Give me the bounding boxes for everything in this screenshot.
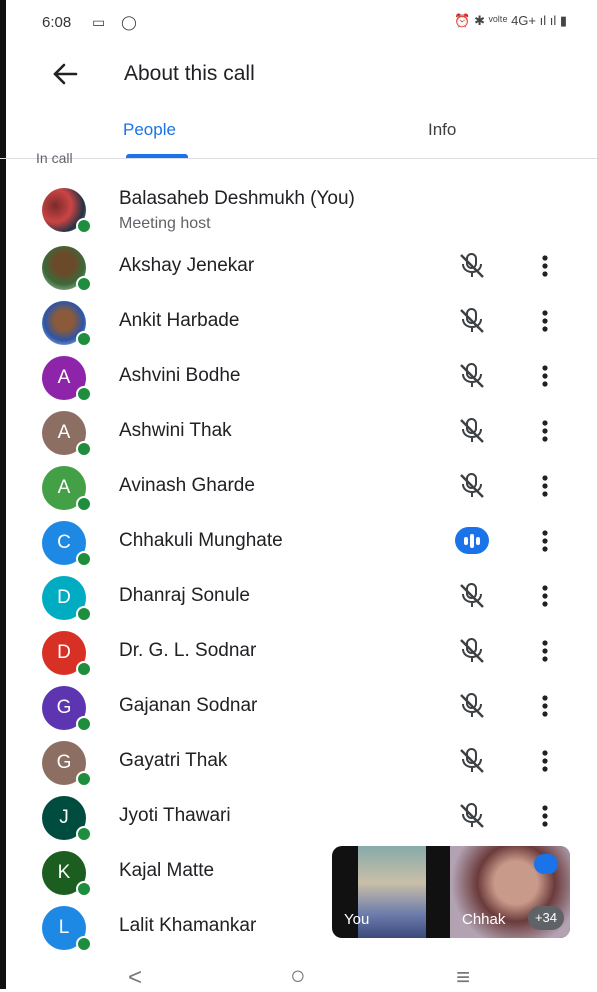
more-vert-icon[interactable] — [536, 801, 554, 831]
system-status-icons: ⏰ ✱ ᵛᵒˡᵗᵉ 4G+ ıl ıl ▮ — [454, 13, 567, 28]
system-nav-bar: < ○ ≡ — [0, 960, 597, 992]
participant-row[interactable]: A Ashvini Bodhe — [0, 348, 597, 403]
participant-name: Dr. G. L. Sodnar — [119, 640, 257, 661]
participant-name: Kajal Matte — [119, 860, 215, 881]
mic-off-icon — [455, 361, 489, 391]
more-vert-icon[interactable] — [536, 361, 554, 391]
participant-name: Ashwini Thak — [119, 420, 232, 441]
participant-name: Lalit Khamankar — [119, 915, 257, 936]
mic-off-icon — [455, 746, 489, 776]
active-tab-indicator — [126, 154, 188, 158]
more-vert-icon[interactable] — [536, 526, 554, 556]
participant-row[interactable]: Ankit Harbade — [0, 293, 597, 348]
tab-people[interactable]: People — [123, 120, 176, 140]
nav-home-button[interactable]: ○ — [290, 960, 306, 991]
participant-row[interactable]: J Jyoti Thawari — [0, 788, 597, 843]
more-vert-icon[interactable] — [536, 581, 554, 611]
participant-name: Balasaheb Deshmukh (You) — [119, 188, 355, 209]
participant-name: Ashvini Bodhe — [119, 365, 241, 386]
participant-row[interactable]: D Dhanraj Sonule — [0, 568, 597, 623]
participant-name: Akshay Jenekar — [119, 255, 255, 276]
participant-role: Meeting host — [119, 215, 211, 232]
participant-name: Chhakuli Munghate — [119, 530, 283, 551]
self-tile-label: You — [344, 911, 370, 928]
mic-off-icon — [455, 416, 489, 446]
more-vert-icon[interactable] — [536, 746, 554, 776]
participant-name: Avinash Gharde — [119, 475, 255, 496]
participant-row[interactable]: C Chhakuli Munghate — [0, 513, 597, 568]
mic-off-icon — [455, 581, 489, 611]
online-status-dot — [76, 936, 92, 952]
nav-back-button[interactable]: < — [128, 964, 142, 992]
participant-count-badge: +34 — [528, 906, 564, 930]
more-vert-icon[interactable] — [536, 636, 554, 666]
online-status-dot — [76, 496, 92, 512]
speaker-tile-label: Chhak — [462, 911, 506, 928]
section-label: In call — [36, 150, 73, 166]
arrow-left-icon[interactable] — [50, 60, 80, 88]
online-status-dot — [76, 441, 92, 457]
online-status-dot — [76, 771, 92, 787]
tab-bar: People Info — [0, 104, 597, 159]
more-vert-icon[interactable] — [536, 471, 554, 501]
status-time: 6:08 — [42, 14, 72, 31]
online-status-dot — [76, 386, 92, 402]
participant-row[interactable]: G Gayatri Thak — [0, 733, 597, 788]
participant-name: Dhanraj Sonule — [119, 585, 250, 606]
speaking-indicator-icon — [534, 854, 558, 874]
online-status-dot — [76, 716, 92, 732]
more-vert-icon[interactable] — [536, 251, 554, 281]
online-status-dot — [76, 551, 92, 567]
online-status-dot — [76, 881, 92, 897]
online-status-dot — [76, 276, 92, 292]
online-status-dot — [76, 606, 92, 622]
speaking-icon — [455, 526, 489, 556]
mic-off-icon — [455, 471, 489, 501]
more-vert-icon[interactable] — [536, 691, 554, 721]
notification-icons: ▭ ◯ — [92, 14, 143, 30]
participant-row[interactable]: A Avinash Gharde — [0, 458, 597, 513]
more-vert-icon[interactable] — [536, 416, 554, 446]
page-title: About this call — [124, 62, 255, 85]
mic-off-icon — [455, 306, 489, 336]
nav-recents-button[interactable]: ≡ — [456, 964, 470, 992]
online-status-dot — [76, 331, 92, 347]
participant-name: Gayatri Thak — [119, 750, 228, 771]
tab-info[interactable]: Info — [428, 120, 456, 140]
participant-name: Gajanan Sodnar — [119, 695, 258, 716]
online-status-dot — [76, 218, 92, 234]
mic-off-icon — [455, 801, 489, 831]
status-bar: 6:08 ▭ ◯ ⏰ ✱ ᵛᵒˡᵗᵉ 4G+ ıl ıl ▮ — [0, 0, 597, 44]
more-vert-icon[interactable] — [536, 306, 554, 336]
participant-row[interactable]: D Dr. G. L. Sodnar — [0, 623, 597, 678]
participant-row[interactable]: Akshay Jenekar — [0, 238, 597, 293]
app-bar: About this call — [0, 44, 597, 104]
participant-name: Ankit Harbade — [119, 310, 240, 331]
mic-off-icon — [455, 251, 489, 281]
mic-off-icon — [455, 636, 489, 666]
online-status-dot — [76, 826, 92, 842]
participant-row[interactable]: G Gajanan Sodnar — [0, 678, 597, 733]
online-status-dot — [76, 661, 92, 677]
video-preview[interactable]: You Chhak +34 — [332, 846, 570, 938]
mic-off-icon — [455, 691, 489, 721]
participant-row[interactable]: A Ashwini Thak — [0, 403, 597, 458]
participant-row[interactable]: Balasaheb Deshmukh (You) Meeting host — [0, 180, 597, 235]
participant-name: Jyoti Thawari — [119, 805, 231, 826]
